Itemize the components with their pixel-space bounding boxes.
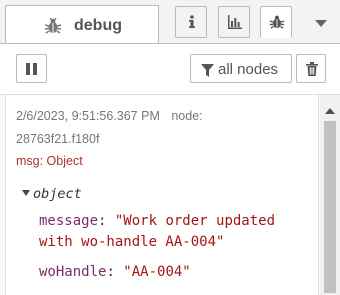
property-row-wohandle: woHandle: "AA-004" (39, 264, 191, 280)
tab-debug[interactable]: debug (5, 5, 159, 43)
debug-message[interactable]: 2/6/2023, 9:51:56.367 PM node: 28763f21.… (5, 95, 319, 295)
clear-messages-button[interactable] (296, 54, 326, 83)
dashboard-tab-button[interactable] (218, 6, 250, 38)
message-type: msg: Object (16, 154, 83, 168)
caret-down-icon (22, 190, 30, 196)
scrollbar-thumb[interactable] (324, 121, 336, 293)
message-timestamp: 2/6/2023, 9:51:56.367 PM (16, 109, 160, 123)
property-key: message (39, 213, 99, 229)
debug-message-list: 2/6/2023, 9:51:56.367 PM node: 28763f21.… (0, 95, 340, 295)
node-id-link[interactable]: 28763f21.f180f (16, 132, 99, 146)
message-list-scrollbar[interactable] (320, 95, 340, 295)
object-toggle[interactable]: object (22, 186, 82, 202)
property-value: "AA-004" (123, 264, 191, 280)
debug-tab-button[interactable] (260, 6, 292, 38)
property-key: woHandle (39, 264, 107, 280)
tab-debug-label: debug (74, 17, 122, 34)
filter-label: all nodes (218, 61, 279, 78)
scroll-up-icon[interactable] (325, 108, 335, 114)
sidebar-tab-bar: debug (0, 0, 340, 44)
filter-nodes-button[interactable]: all nodes (190, 54, 292, 83)
bug-icon (44, 17, 62, 40)
node-label: node: (171, 109, 203, 123)
info-tab-button[interactable] (175, 6, 207, 38)
object-label: object (33, 186, 82, 202)
pause-button[interactable] (16, 54, 47, 83)
property-value: "Work order updated (114, 213, 276, 229)
property-value-continued: with wo-handle AA-004" (39, 234, 225, 250)
sidebar-menu-button[interactable] (304, 6, 336, 38)
message-meta: 2/6/2023, 9:51:56.367 PM node: 28763f21.… (16, 105, 276, 151)
debug-toolbar: all nodes (0, 44, 340, 95)
property-row-message: message: "Work order updated with wo-han… (39, 213, 276, 250)
